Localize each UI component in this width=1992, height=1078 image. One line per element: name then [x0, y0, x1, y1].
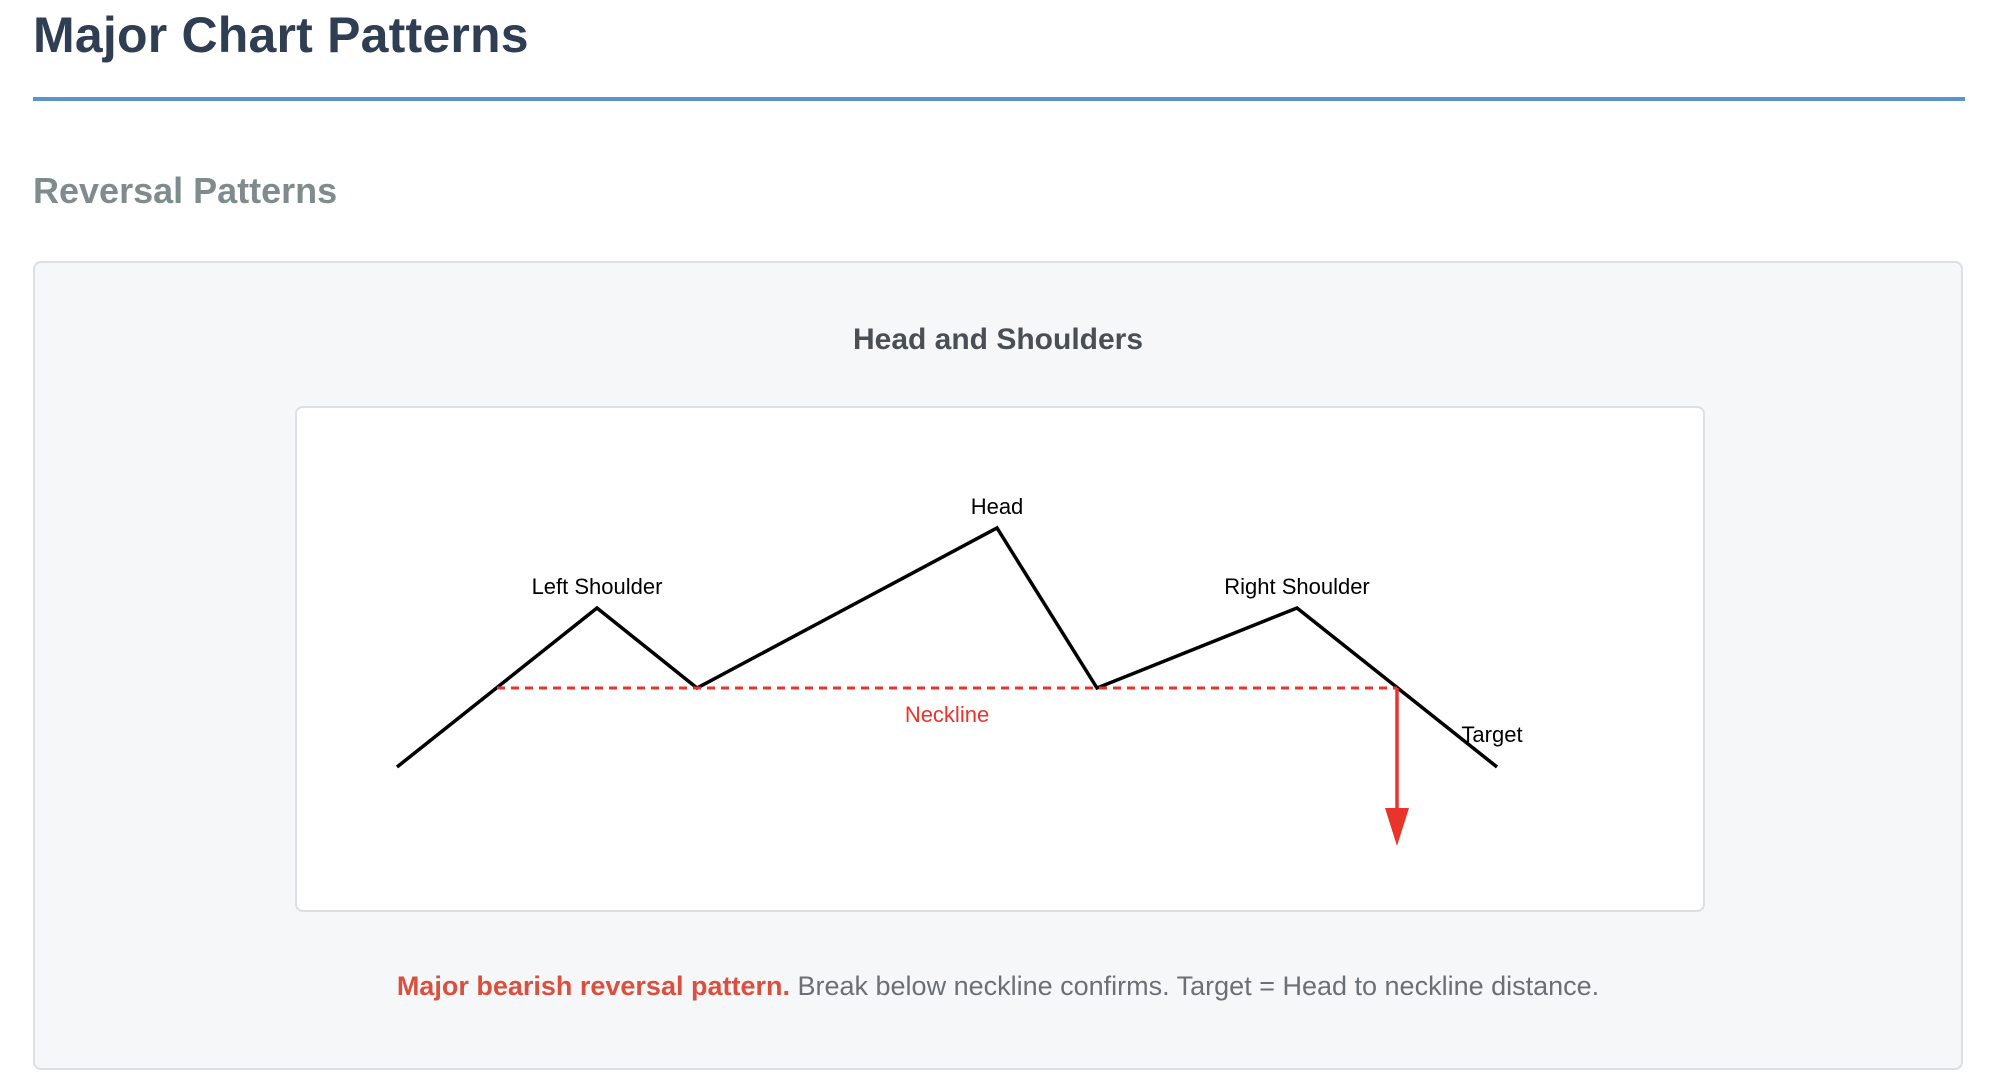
label-head: Head — [971, 494, 1024, 519]
pattern-description: Major bearish reversal pattern. Break be… — [35, 971, 1961, 1002]
price-line — [395, 525, 1499, 769]
section-title: Reversal Patterns — [33, 170, 338, 211]
description-text: Break below neckline confirms. Target = … — [789, 971, 1600, 1001]
head-and-shoulders-svg: Left Shoulder Head Right Shoulder Neckli… — [395, 494, 1523, 846]
title-divider — [33, 97, 1965, 101]
label-left-shoulder: Left Shoulder — [532, 574, 663, 599]
page-title: Major Chart Patterns — [33, 7, 529, 63]
label-target: Target — [1461, 722, 1522, 747]
pattern-card: Head and Shoulders Left Shoulder Head Ri… — [33, 261, 1963, 1070]
label-right-shoulder: Right Shoulder — [1224, 574, 1370, 599]
pattern-diagram: Left Shoulder Head Right Shoulder Neckli… — [295, 406, 1705, 912]
description-emphasis: Major bearish reversal pattern. — [396, 971, 790, 1001]
pattern-title: Head and Shoulders — [852, 323, 1144, 356]
target-arrow-head — [1385, 808, 1409, 846]
label-neckline: Neckline — [905, 702, 989, 727]
